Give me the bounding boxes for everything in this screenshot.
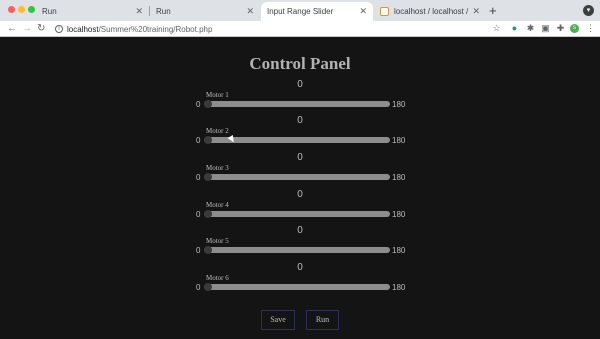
run-button[interactable]: Run [306, 310, 339, 330]
motor-label: Motor 5 [206, 237, 229, 245]
tab-label: localhost / localhost / Motors | [394, 7, 469, 16]
range-max-label: 180 [392, 283, 406, 292]
motor-slider-thumb[interactable] [204, 136, 212, 144]
motor-slider-track[interactable] [204, 101, 390, 107]
motor-slider-thumb[interactable] [204, 100, 212, 108]
motor-label: Motor 3 [206, 164, 229, 172]
new-tab-button[interactable]: + [489, 3, 497, 18]
tab-input-range-slider[interactable]: Input Range Slider ✕ [261, 2, 373, 48]
range-min-label: 0 [196, 173, 201, 182]
motor-slider-track[interactable] [204, 247, 390, 253]
motor-4-control: 0 Motor 4 0 180 [0, 189, 600, 225]
tab-run-1[interactable]: Run ✕ [36, 2, 149, 48]
extension-icon[interactable]: ✱ [526, 24, 535, 33]
motor-value: 0 [297, 79, 303, 90]
motor-slider-thumb[interactable] [204, 283, 212, 291]
motor-label: Motor 2 [206, 127, 229, 135]
range-max-label: 180 [392, 246, 406, 255]
range-min-label: 0 [196, 246, 201, 255]
motor-2-control: 0 Motor 2 0 180 [0, 115, 600, 151]
url-host: localhost [67, 24, 99, 34]
motor-value: 0 [297, 189, 303, 200]
motor-value: 0 [297, 115, 303, 126]
motor-value: 0 [297, 152, 303, 163]
address-bar[interactable]: i localhost/Summer%20training/Robot.php [55, 22, 510, 36]
puzzle-extensions-icon[interactable]: ✚ [556, 24, 565, 33]
back-arrow-icon[interactable]: ← [7, 22, 17, 36]
motor-slider-thumb[interactable] [204, 246, 212, 254]
page-title: Control Panel [249, 54, 351, 73]
browser-toolbar: ← → ↻ i localhost/Summer%20training/Robo… [0, 21, 600, 37]
tab-strip: Run ✕ Run ✕ Input Range Slider ✕ localho… [0, 0, 600, 48]
profile-avatar[interactable]: s [570, 24, 579, 33]
motor-3-control: 0 Motor 3 0 180 [0, 152, 600, 188]
motor-6-control: 0 Motor 6 0 180 [0, 262, 600, 298]
range-max-label: 180 [392, 136, 406, 145]
motor-slider-thumb[interactable] [204, 173, 212, 181]
minimize-window-button[interactable] [18, 6, 25, 13]
url-path: /Summer%20training/Robot.php [98, 24, 213, 34]
motor-slider-thumb[interactable] [204, 210, 212, 218]
close-icon[interactable]: ✕ [135, 6, 143, 17]
tab-phpmyadmin[interactable]: localhost / localhost / Motors | ✕ [374, 2, 486, 21]
range-min-label: 0 [196, 136, 201, 145]
tab-run-2[interactable]: Run ✕ [150, 2, 260, 48]
range-max-label: 180 [392, 100, 406, 109]
site-info-icon[interactable]: i [55, 25, 63, 33]
more-menu-icon[interactable]: ⋮ [586, 24, 595, 33]
motor-slider-track[interactable] [204, 211, 390, 217]
motor-slider-track[interactable] [204, 284, 390, 290]
phpmyadmin-favicon-icon [380, 7, 389, 16]
range-min-label: 0 [196, 283, 201, 292]
tab-label: Input Range Slider [267, 7, 334, 16]
forward-arrow-icon[interactable]: → [22, 22, 32, 36]
close-window-button[interactable] [8, 6, 15, 13]
maximize-window-button[interactable] [28, 6, 35, 13]
motor-label: Motor 1 [206, 91, 229, 99]
range-max-label: 180 [392, 210, 406, 219]
motor-5-control: 0 Motor 5 0 180 [0, 225, 600, 261]
motor-label: Motor 6 [206, 274, 229, 282]
motor-slider-track[interactable] [204, 174, 390, 180]
reload-icon[interactable]: ↻ [37, 22, 45, 36]
tab-search-icon[interactable]: ▾ [583, 5, 594, 16]
grammarly-extension-icon[interactable]: ● [510, 24, 519, 33]
motor-label: Motor 4 [206, 201, 229, 209]
tab-label: Run [42, 7, 57, 16]
motor-value: 0 [297, 262, 303, 273]
motor-value: 0 [297, 225, 303, 236]
bookmark-star-icon[interactable]: ☆ [492, 24, 501, 33]
close-icon[interactable]: ✕ [359, 6, 367, 17]
range-max-label: 180 [392, 173, 406, 182]
save-button[interactable]: Save [261, 310, 295, 330]
tab-label: Run [156, 7, 171, 16]
extension-icon[interactable]: ▣ [541, 24, 550, 33]
close-icon[interactable]: ✕ [246, 6, 254, 17]
range-min-label: 0 [196, 100, 201, 109]
motor-1-control: 0 Motor 1 0 180 [0, 79, 600, 115]
range-min-label: 0 [196, 210, 201, 219]
close-icon[interactable]: ✕ [472, 6, 480, 17]
page-content: Control Panel 0 Motor 1 0 180 0 Motor 2 … [0, 37, 600, 339]
